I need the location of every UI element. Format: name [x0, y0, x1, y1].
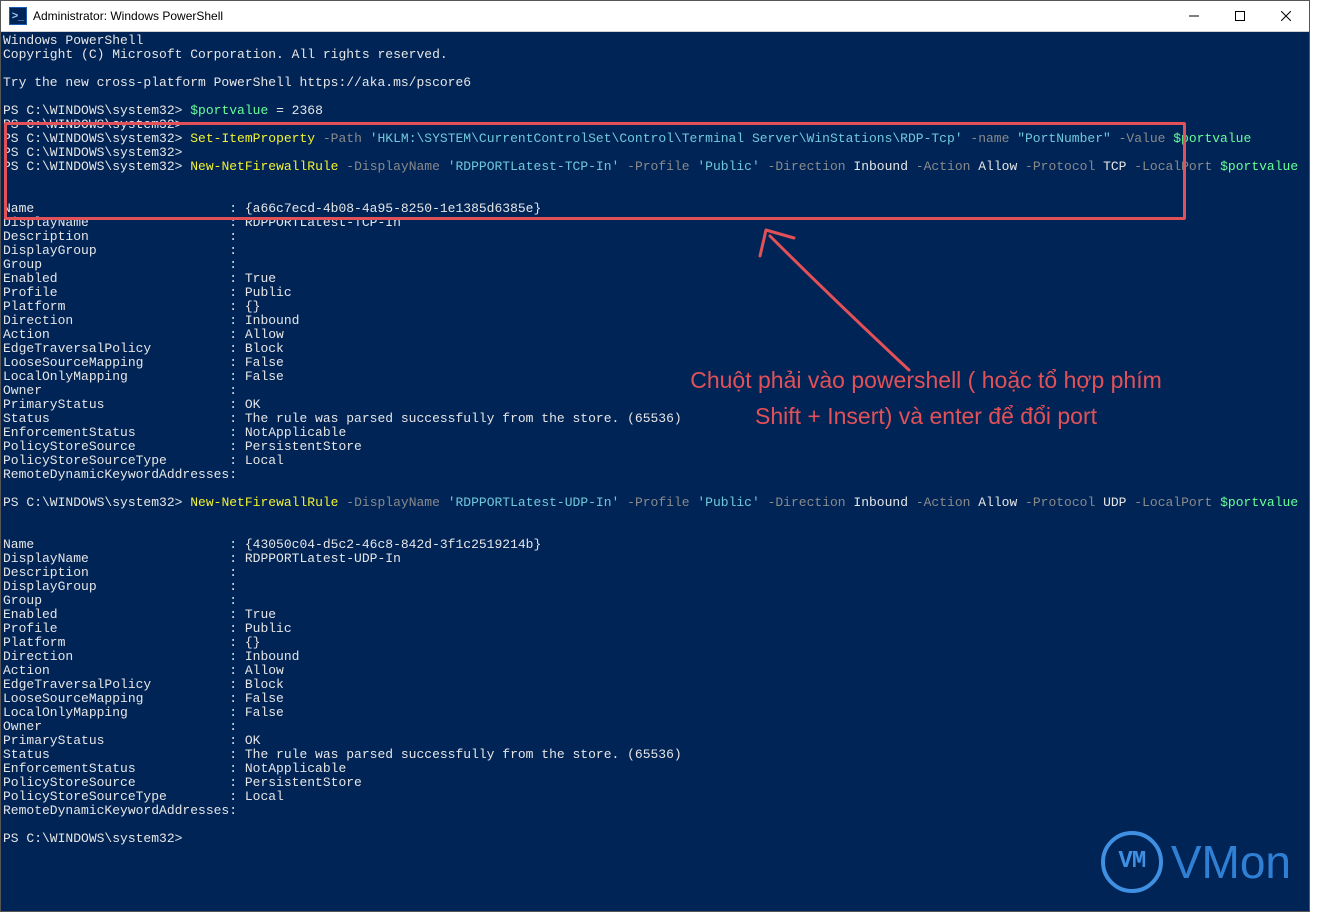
output-row: RemoteDynamicKeywordAddresses:	[3, 467, 245, 482]
output-row: Direction : Inbound	[3, 649, 299, 664]
output-row: Name : {a66c7ecd-4b08-4a95-8250-1e1385d6…	[3, 201, 541, 216]
output-row: LooseSourceMapping : False	[3, 355, 284, 370]
vmon-badge-icon: VM	[1101, 831, 1163, 893]
output-row: Group :	[3, 593, 245, 608]
output-row: PolicyStoreSourceType : Local	[3, 453, 284, 468]
output-row: PolicyStoreSource : PersistentStore	[3, 775, 362, 790]
output-row: Platform : {}	[3, 635, 260, 650]
prompt: PS C:\WINDOWS\system32>	[3, 117, 182, 132]
output-row: EnforcementStatus : NotApplicable	[3, 425, 346, 440]
prompt: PS C:\WINDOWS\system32>	[3, 103, 182, 118]
intro-try: Try the new cross-platform PowerShell ht…	[3, 75, 471, 90]
output-row: PrimaryStatus : OK	[3, 733, 260, 748]
output-row: Owner :	[3, 383, 245, 398]
output-row: DisplayGroup :	[3, 579, 245, 594]
output-block-1: Name : {a66c7ecd-4b08-4a95-8250-1e1385d6…	[3, 201, 682, 482]
powershell-icon: >_	[9, 7, 27, 25]
prompt: PS C:\WINDOWS\system32>	[3, 145, 182, 160]
output-row: PolicyStoreSource : PersistentStore	[3, 439, 362, 454]
output-row: Direction : Inbound	[3, 313, 299, 328]
output-row: PrimaryStatus : OK	[3, 397, 260, 412]
output-row: Profile : Public	[3, 285, 292, 300]
output-row: Enabled : True	[3, 607, 276, 622]
cmd1-var: $portvalue	[190, 103, 268, 118]
output-row: Platform : {}	[3, 299, 260, 314]
vmon-watermark: VM VMon	[1101, 831, 1291, 893]
intro-line1: Windows PowerShell	[3, 33, 143, 48]
annotation-arrow-icon	[754, 220, 914, 375]
prompt: PS C:\WINDOWS\system32>	[3, 495, 182, 510]
output-row: Status : The rule was parsed successfull…	[3, 411, 682, 426]
prompt: PS C:\WINDOWS\system32>	[3, 131, 182, 146]
output-row: Description :	[3, 229, 245, 244]
output-row: DisplayGroup :	[3, 243, 245, 258]
output-row: Group :	[3, 257, 245, 272]
close-button[interactable]	[1263, 1, 1309, 31]
vmon-text: VMon	[1171, 855, 1291, 869]
annotation-text: Chuột phải vào powershell ( hoặc tổ hợp …	[661, 362, 1191, 434]
terminal[interactable]: Windows PowerShell Copyright (C) Microso…	[1, 32, 1309, 911]
output-row: Description :	[3, 565, 245, 580]
output-row: DisplayName : RDPPORTLatest-UDP-In	[3, 551, 401, 566]
output-row: DisplayName : RDPPORTLatest-TCP-In	[3, 215, 401, 230]
cmd3-cmdlet: New-NetFirewallRule	[190, 159, 338, 174]
output-row: PolicyStoreSourceType : Local	[3, 789, 284, 804]
maximize-button[interactable]	[1217, 1, 1263, 31]
output-row: Action : Allow	[3, 327, 284, 342]
output-row: LocalOnlyMapping : False	[3, 369, 284, 384]
output-row: Action : Allow	[3, 663, 284, 678]
cmd2-cmdlet: Set-ItemProperty	[190, 131, 315, 146]
minimize-button[interactable]	[1171, 1, 1217, 31]
prompt: PS C:\WINDOWS\system32>	[3, 159, 182, 174]
output-row: EdgeTraversalPolicy : Block	[3, 341, 284, 356]
powershell-window: >_ Administrator: Windows PowerShell Win…	[0, 0, 1310, 912]
cmd4-cmdlet: New-NetFirewallRule	[190, 495, 338, 510]
output-row: RemoteDynamicKeywordAddresses:	[3, 803, 245, 818]
output-row: LocalOnlyMapping : False	[3, 705, 284, 720]
prompt: PS C:\WINDOWS\system32>	[3, 831, 182, 846]
output-row: LooseSourceMapping : False	[3, 691, 284, 706]
output-row: EdgeTraversalPolicy : Block	[3, 677, 284, 692]
cmd1-val: = 2368	[268, 103, 323, 118]
output-row: Enabled : True	[3, 271, 276, 286]
output-row: Profile : Public	[3, 621, 292, 636]
titlebar[interactable]: >_ Administrator: Windows PowerShell	[1, 1, 1309, 32]
output-row: Status : The rule was parsed successfull…	[3, 747, 682, 762]
window-title: Administrator: Windows PowerShell	[33, 9, 223, 23]
output-block-2: Name : {43050c04-d5c2-46c8-842d-3f1c2519…	[3, 537, 682, 818]
output-row: Name : {43050c04-d5c2-46c8-842d-3f1c2519…	[3, 537, 541, 552]
output-row: EnforcementStatus : NotApplicable	[3, 761, 346, 776]
intro-line2: Copyright (C) Microsoft Corporation. All…	[3, 47, 448, 62]
output-row: Owner :	[3, 719, 245, 734]
